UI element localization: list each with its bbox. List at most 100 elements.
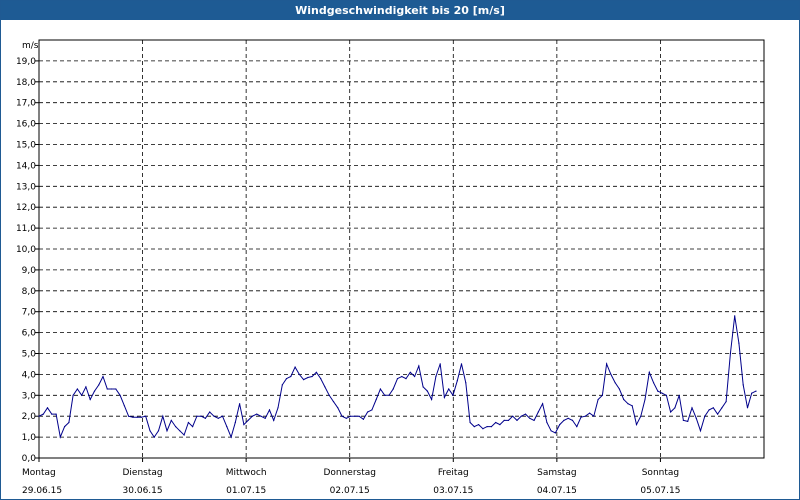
data-point <box>51 413 53 415</box>
y-tick-label: 17,0 <box>16 99 36 109</box>
data-point <box>550 430 552 432</box>
data-point <box>426 390 428 392</box>
data-point <box>640 415 642 417</box>
data-point <box>307 376 309 379</box>
data-point <box>337 407 339 409</box>
data-point <box>243 424 245 426</box>
data-point <box>516 419 518 421</box>
x-axis: Montag 29.06.15 Dienstag 30.06.15 Mittwoch 01… <box>22 458 680 496</box>
x-tick-date-label: 29.06.15 <box>22 486 62 496</box>
data-point <box>482 428 484 430</box>
data-point <box>328 394 330 396</box>
data-point <box>196 415 198 417</box>
data-point <box>55 413 57 415</box>
y-tick-label: 15,0 <box>16 141 36 151</box>
data-point <box>354 415 356 417</box>
y-tick-label: 1,0 <box>22 433 37 443</box>
data-point <box>589 412 591 414</box>
data-point <box>435 375 437 378</box>
data-point <box>320 378 322 380</box>
data-point <box>729 352 732 355</box>
data-point <box>563 419 565 421</box>
data-point <box>264 417 266 419</box>
data-point <box>230 436 232 438</box>
data-point <box>140 416 142 418</box>
x-tick-day-label: Mittwoch <box>226 468 267 478</box>
x-tick-date-label: 04.07.15 <box>537 486 577 496</box>
data-point <box>503 419 505 421</box>
data-point <box>200 415 202 417</box>
data-point <box>294 366 296 368</box>
data-point <box>584 415 586 417</box>
data-point <box>175 426 177 428</box>
data-point <box>653 382 655 384</box>
data-point <box>623 398 625 401</box>
y-tick-label: 0,0 <box>22 454 37 464</box>
data-point <box>742 384 744 386</box>
data-point <box>157 430 160 432</box>
data-point <box>388 394 390 396</box>
x-tick-date-label: 05.07.15 <box>640 486 680 496</box>
data-point <box>170 419 172 421</box>
data-point <box>610 373 612 375</box>
data-point <box>350 415 352 417</box>
data-point <box>695 417 697 419</box>
y-tick-label: 5,0 <box>22 350 37 360</box>
data-point <box>597 398 599 401</box>
x-tick-day-label: Donnerstag <box>323 468 376 478</box>
data-point <box>332 401 335 403</box>
data-point <box>358 415 360 417</box>
data-point <box>631 405 633 407</box>
y-tick-label: 11,0 <box>16 224 36 234</box>
data-point <box>166 430 168 432</box>
data-point <box>226 426 228 428</box>
data-point <box>277 407 279 409</box>
data-point <box>251 415 253 417</box>
data-point <box>311 375 313 378</box>
data-point <box>285 378 288 380</box>
data-point <box>72 394 74 396</box>
data-point <box>418 365 420 367</box>
data-point <box>682 419 685 421</box>
data-point <box>580 416 582 418</box>
data-point <box>734 315 736 317</box>
data-point <box>657 390 659 392</box>
data-point <box>59 436 61 438</box>
data-point <box>691 407 693 409</box>
data-point <box>699 430 702 432</box>
data-point <box>38 415 40 417</box>
data-point <box>755 390 757 392</box>
data-point <box>268 409 271 411</box>
x-tick-date-label: 02.07.15 <box>330 486 370 496</box>
data-point <box>111 388 113 390</box>
data-point <box>490 426 492 428</box>
data-point <box>273 419 275 421</box>
data-point <box>614 382 616 384</box>
data-point <box>42 413 44 415</box>
data-point <box>64 426 66 428</box>
y-tick-label: 16,0 <box>16 120 36 130</box>
data-point <box>465 382 467 384</box>
data-point <box>567 417 569 419</box>
data-point <box>460 363 463 365</box>
data-point <box>303 379 305 381</box>
data-point <box>234 421 236 424</box>
data-point <box>379 388 381 390</box>
data-point <box>712 407 714 409</box>
x-tick-date-label: 03.07.15 <box>433 486 473 496</box>
data-point <box>537 411 539 413</box>
data-point <box>128 415 130 417</box>
data-point <box>704 415 706 417</box>
data-point <box>593 415 595 417</box>
y-tick-label: 3,0 <box>22 391 37 401</box>
data-point <box>751 392 753 394</box>
data-point <box>204 417 206 419</box>
y-tick-label: 19,0 <box>16 57 36 67</box>
data-point <box>260 415 262 417</box>
data-point <box>46 407 49 409</box>
data-point <box>665 394 668 396</box>
data-point <box>192 426 194 428</box>
data-point <box>345 417 347 419</box>
data-point <box>670 411 672 413</box>
data-point <box>401 375 403 378</box>
